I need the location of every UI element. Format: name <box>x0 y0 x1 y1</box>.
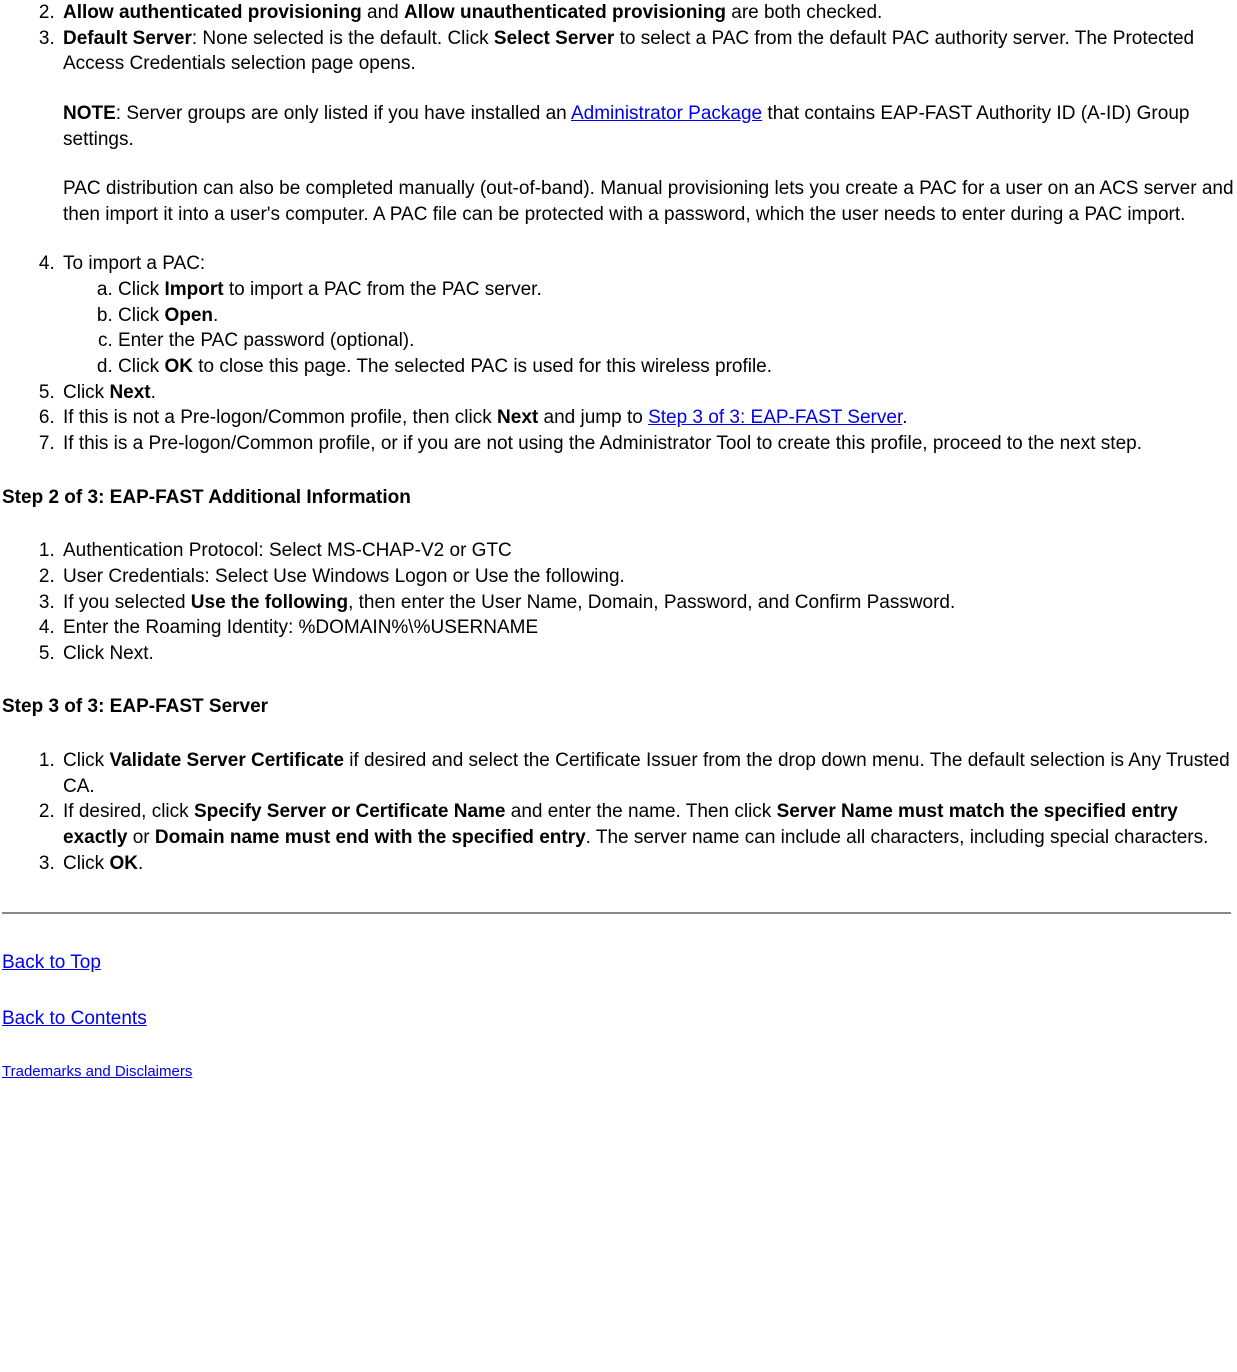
text: User Credentials: Select Use Windows Log… <box>63 566 625 587</box>
list-item: Click Next. <box>60 641 1237 667</box>
text: Click <box>63 382 109 403</box>
list-item: Click Open. <box>118 303 1237 329</box>
ordered-sublist: Click Import to import a PAC from the PA… <box>63 277 1237 380</box>
ordered-list-1: Allow authenticated provisioning and All… <box>0 0 1237 457</box>
list-item: Enter the Roaming Identity: %DOMAIN%\%US… <box>60 615 1237 641</box>
text: If you selected <box>63 592 191 613</box>
note-block: NOTE: Server groups are only listed if y… <box>63 101 1237 152</box>
list-item: Allow authenticated provisioning and All… <box>60 0 1237 26</box>
back-to-contents-link[interactable]: Back to Contents <box>2 1008 147 1029</box>
text: . <box>213 305 218 326</box>
text-bold: Domain name must end with the specified … <box>155 827 586 848</box>
text: . <box>151 382 156 403</box>
back-to-top-link[interactable]: Back to Top <box>2 952 101 973</box>
list-item: If desired, click Specify Server or Cert… <box>60 799 1237 850</box>
list-item: Click Validate Server Certificate if des… <box>60 748 1237 799</box>
step2-heading: Step 2 of 3: EAP-FAST Additional Informa… <box>2 485 1237 511</box>
text-bold: OK <box>109 853 138 874</box>
text: Click <box>63 750 109 771</box>
list-item: Authentication Protocol: Select MS-CHAP-… <box>60 538 1237 564</box>
text: . The server name can include all charac… <box>586 827 1209 848</box>
text-bold: Allow unauthenticated provisioning <box>404 2 726 23</box>
text: Click Next. <box>63 643 154 664</box>
text: and <box>362 2 404 23</box>
text-bold: Use the following <box>191 592 348 613</box>
text-bold: Default Server <box>63 28 192 49</box>
text: Click <box>118 305 164 326</box>
list-item: Enter the PAC password (optional). <box>118 328 1237 354</box>
list-item: Click Import to import a PAC from the PA… <box>118 277 1237 303</box>
list-item: If this is not a Pre-logon/Common profil… <box>60 405 1237 431</box>
ordered-list-3: Click Validate Server Certificate if des… <box>0 748 1237 876</box>
text: and enter the name. Then click <box>505 801 776 822</box>
text: If this is a Pre-logon/Common profile, o… <box>63 433 1142 454</box>
text: to close this page. The selected PAC is … <box>193 356 772 377</box>
text-bold: Open <box>164 305 213 326</box>
document-page: Allow authenticated provisioning and All… <box>0 0 1237 1082</box>
text: or <box>127 827 154 848</box>
list-item: Default Server: None selected is the def… <box>60 26 1237 228</box>
text: , then enter the User Name, Domain, Pass… <box>348 592 955 613</box>
text: To import a PAC: <box>63 253 205 274</box>
text: Enter the PAC password (optional). <box>118 330 414 351</box>
paragraph: PAC distribution can also be completed m… <box>63 176 1237 227</box>
text: . <box>138 853 143 874</box>
text-bold: OK <box>164 356 193 377</box>
text: Click <box>118 279 164 300</box>
text: If desired, click <box>63 801 194 822</box>
list-item: Click OK to close this page. The selecte… <box>118 354 1237 380</box>
text-bold: Select Server <box>494 28 614 49</box>
text: : Server groups are only listed if you h… <box>116 103 571 124</box>
list-item: Click Next. <box>60 380 1237 406</box>
step3-heading: Step 3 of 3: EAP-FAST Server <box>2 694 1237 720</box>
note-label: NOTE <box>63 103 116 124</box>
text: . <box>902 407 907 428</box>
step3-link[interactable]: Step 3 of 3: EAP-FAST Server <box>648 407 902 428</box>
text: : None selected is the default. Click <box>192 28 494 49</box>
admin-package-link[interactable]: Administrator Package <box>571 103 762 124</box>
text-bold: Next <box>497 407 538 428</box>
text: and jump to <box>538 407 648 428</box>
text-bold: Next <box>109 382 150 403</box>
text-bold: Specify Server or Certificate Name <box>194 801 506 822</box>
list-item: If you selected Use the following, then … <box>60 590 1237 616</box>
text: to import a PAC from the PAC server. <box>224 279 542 300</box>
text-bold: Allow authenticated provisioning <box>63 2 362 23</box>
text-bold: Import <box>164 279 223 300</box>
text: If this is not a Pre-logon/Common profil… <box>63 407 497 428</box>
footer-small: Trademarks and Disclaimers <box>2 1062 1237 1082</box>
text: Authentication Protocol: Select MS-CHAP-… <box>63 540 512 561</box>
list-item: Click OK. <box>60 851 1237 877</box>
text: Click <box>63 853 109 874</box>
horizontal-rule <box>2 912 1231 914</box>
text: Enter the Roaming Identity: %DOMAIN%\%US… <box>63 617 538 638</box>
trademarks-link[interactable]: Trademarks and Disclaimers <box>2 1063 192 1080</box>
text: PAC distribution can also be completed m… <box>63 178 1234 225</box>
text: Click <box>118 356 164 377</box>
footer-links: Back to Top Back to Contents <box>2 950 1237 1031</box>
list-item: User Credentials: Select Use Windows Log… <box>60 564 1237 590</box>
list-item: If this is a Pre-logon/Common profile, o… <box>60 431 1237 457</box>
list-item: To import a PAC: Click Import to import … <box>60 251 1237 379</box>
ordered-list-2: Authentication Protocol: Select MS-CHAP-… <box>0 538 1237 666</box>
text-bold: Validate Server Certificate <box>109 750 343 771</box>
text: are both checked. <box>726 2 882 23</box>
